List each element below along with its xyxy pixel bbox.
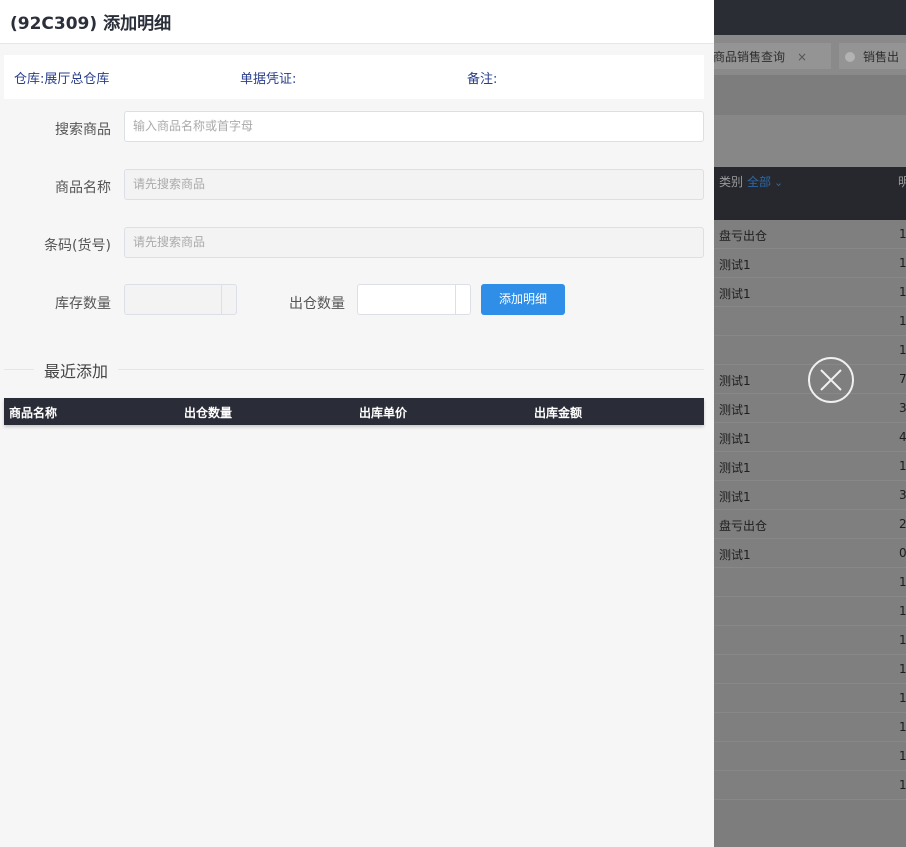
name-input[interactable]: 请先搜索商品	[124, 169, 704, 200]
stepper-handle[interactable]	[455, 285, 470, 314]
row-value: 1	[899, 633, 906, 647]
info-bar: 仓库:展厅总仓库 单据凭证: 备注:	[4, 55, 704, 99]
category-label: 类别	[719, 175, 744, 189]
tab-sales-out[interactable]: 销售出	[838, 42, 906, 70]
row-value: 1	[899, 459, 906, 473]
dot-icon	[845, 52, 855, 62]
row-value: 7	[899, 372, 906, 386]
close-icon	[820, 369, 842, 391]
row-category: 测试1	[719, 287, 751, 301]
add-detail-drawer: (92C309) 添加明细 仓库:展厅总仓库 单据凭证: 备注: 搜索商品 输入…	[0, 0, 714, 847]
search-input[interactable]: 输入商品名称或首字母	[124, 111, 704, 142]
row-value: 1	[899, 604, 906, 618]
row-category: 测试1	[719, 258, 751, 272]
row-value: 1	[899, 285, 906, 299]
tab-label: 销售出	[863, 50, 900, 64]
out-quantity-input[interactable]	[357, 284, 471, 315]
col-out-quantity: 出仓数量	[184, 406, 233, 420]
row-category: 测试1	[719, 403, 751, 417]
out-qty-label: 出仓数量	[289, 296, 345, 312]
category-filter[interactable]: 类别 全部	[719, 173, 783, 190]
row-category: 测试1	[719, 548, 751, 562]
tab-sales-query[interactable]: 商品销售查询 ×	[706, 42, 832, 70]
row-value: 1	[899, 691, 906, 705]
row-category: 盘亏出仓	[719, 229, 768, 243]
search-label: 搜索商品	[55, 122, 111, 138]
col-amount: 出库金额	[534, 406, 583, 420]
recent-section-title: 最近添加	[34, 358, 119, 382]
voucher-info: 单据凭证:	[240, 72, 297, 87]
row-value: 1	[899, 227, 906, 241]
row-value: 0	[899, 546, 906, 560]
row-value: 1	[899, 314, 906, 328]
stock-label: 库存数量	[55, 296, 111, 312]
row-category: 测试1	[719, 490, 751, 504]
warehouse-info: 仓库:展厅总仓库	[14, 72, 110, 87]
close-drawer-button[interactable]	[808, 357, 854, 403]
row-value: 3	[899, 401, 906, 415]
name-label: 商品名称	[55, 180, 111, 196]
row-value: 1	[899, 575, 906, 589]
remark-info: 备注:	[467, 72, 498, 87]
category-value[interactable]: 全部	[747, 175, 783, 189]
recent-table-header: 商品名称 出仓数量 出库单价 出库金额	[4, 398, 704, 425]
row-value: 1	[899, 778, 906, 792]
col-unit-price: 出库单价	[359, 406, 408, 420]
row-value: 4	[899, 430, 906, 444]
add-detail-button[interactable]: 添加明细	[481, 284, 565, 315]
row-category: 测试1	[719, 461, 751, 475]
row-value: 1	[899, 720, 906, 734]
drawer-header: (92C309) 添加明细	[0, 0, 714, 44]
row-category: 测试1	[719, 374, 751, 388]
row-value: 1	[899, 343, 906, 357]
row-value: 1	[899, 662, 906, 676]
tab-label: 商品销售查询	[713, 50, 786, 64]
barcode-label: 条码(货号)	[44, 238, 111, 254]
row-value: 1	[899, 749, 906, 763]
col-product-name: 商品名称	[9, 406, 58, 420]
drawer-title: (92C309) 添加明细	[10, 14, 172, 34]
stock-quantity-input[interactable]	[124, 284, 237, 315]
column-header: 明	[898, 175, 906, 189]
row-category: 盘亏出仓	[719, 519, 768, 533]
row-category: 测试1	[719, 432, 751, 446]
row-value: 3	[899, 488, 906, 502]
row-value: 1	[899, 256, 906, 270]
barcode-input[interactable]: 请先搜索商品	[124, 227, 704, 258]
close-icon[interactable]: ×	[797, 50, 807, 64]
row-value: 2	[899, 517, 906, 531]
